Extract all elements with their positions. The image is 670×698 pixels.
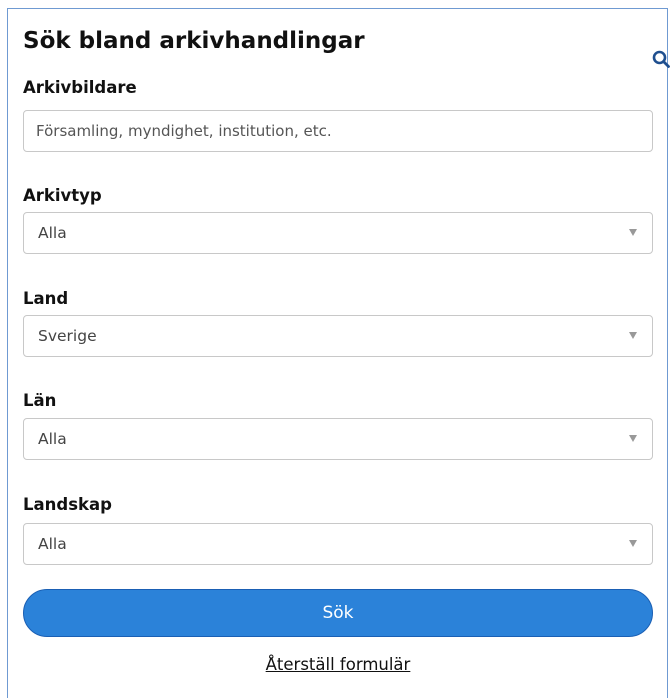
chevron-down-icon xyxy=(629,332,637,339)
arkivtyp-selected-value: Alla xyxy=(38,224,67,242)
land-selected-value: Sverige xyxy=(38,327,97,345)
arkivbildare-input[interactable] xyxy=(24,111,652,151)
search-button[interactable]: Sök xyxy=(23,589,653,637)
land-label: Land xyxy=(23,289,69,308)
chevron-down-icon xyxy=(629,229,637,236)
landskap-label: Landskap xyxy=(23,495,112,514)
reset-form-link[interactable]: Återställ formulär xyxy=(0,655,670,674)
search-icon[interactable] xyxy=(652,50,670,68)
landskap-selected-value: Alla xyxy=(38,535,67,553)
arkivtyp-label: Arkivtyp xyxy=(23,186,102,205)
land-select[interactable]: Sverige xyxy=(23,315,653,357)
chevron-down-icon xyxy=(629,435,637,442)
arkivtyp-select[interactable]: Alla xyxy=(23,212,653,254)
lan-selected-value: Alla xyxy=(38,430,67,448)
chevron-down-icon xyxy=(629,540,637,547)
lan-select[interactable]: Alla xyxy=(23,418,653,460)
arkivbildare-label: Arkivbildare xyxy=(23,78,137,97)
arkivbildare-field[interactable] xyxy=(23,110,653,152)
form-title: Sök bland arkivhandlingar xyxy=(23,28,365,54)
landskap-select[interactable]: Alla xyxy=(23,523,653,565)
lan-label: Län xyxy=(23,391,57,410)
